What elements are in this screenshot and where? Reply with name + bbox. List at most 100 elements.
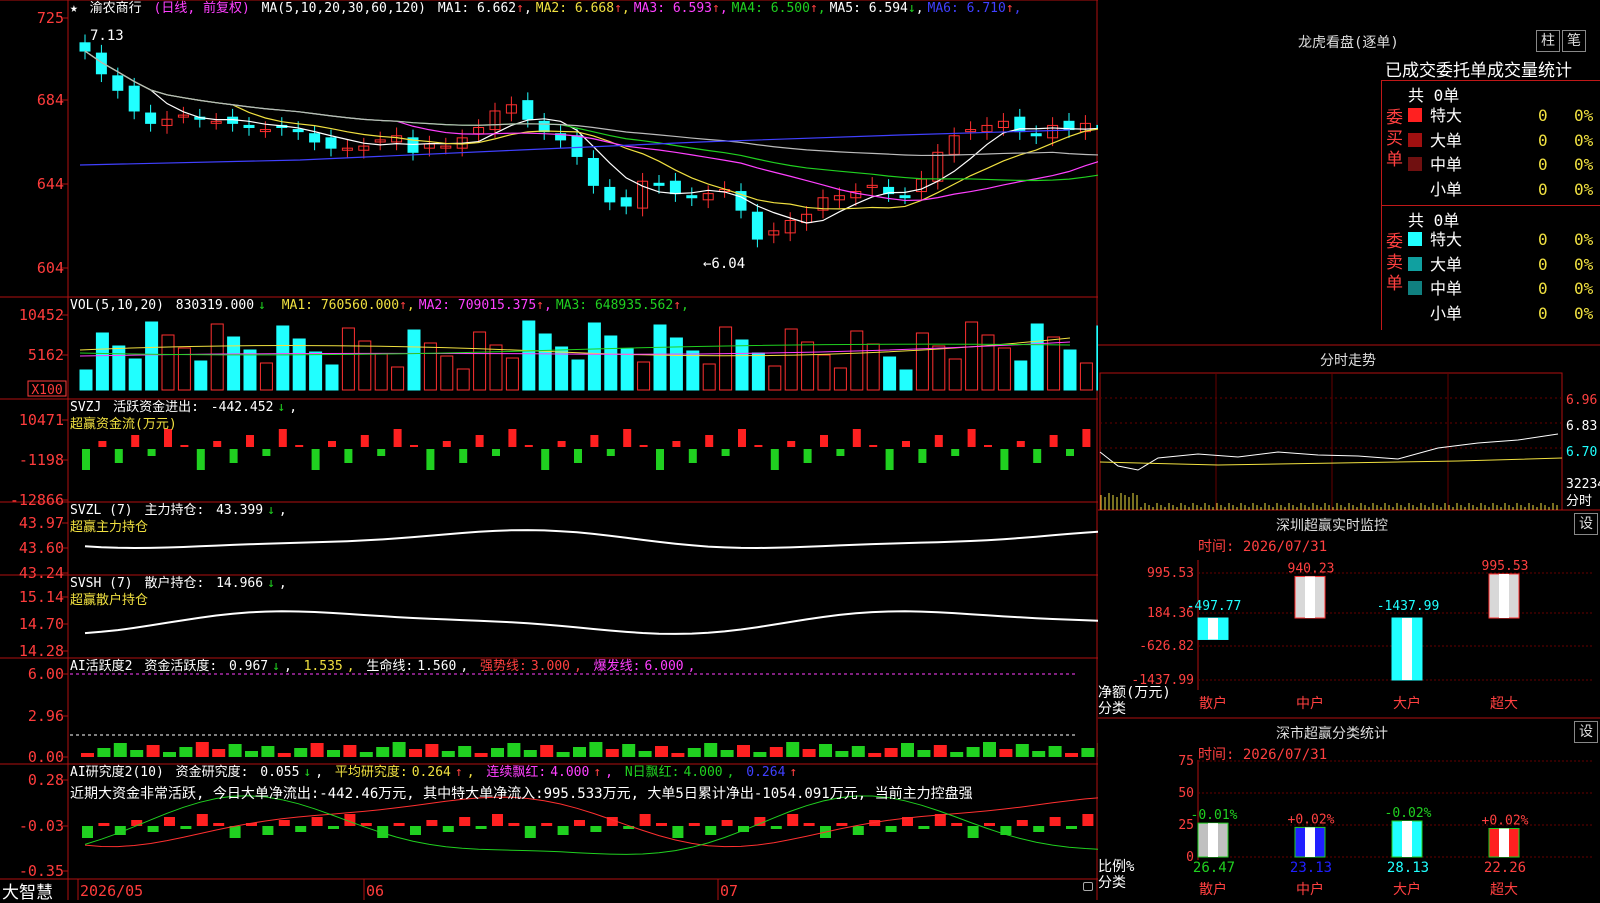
volume-bar <box>293 339 305 390</box>
activity-bar <box>1049 746 1062 757</box>
research-bar <box>1017 820 1028 826</box>
research-bar <box>262 826 273 835</box>
research-bar <box>476 826 487 829</box>
tick-view-button[interactable]: 笔 <box>1562 30 1586 52</box>
volume-bar <box>687 351 699 390</box>
candle-body <box>1031 134 1041 136</box>
activity-bar <box>655 746 668 757</box>
volume-bar <box>556 347 568 390</box>
research-bar <box>1066 826 1077 829</box>
volume-bar <box>523 321 535 390</box>
activity-bar <box>212 749 225 757</box>
fund-flow-bar <box>312 449 320 470</box>
ai1-tick-label: 2.96 <box>28 707 64 725</box>
volume-bar <box>506 358 518 390</box>
research-nday-line <box>85 796 1098 855</box>
volume-bar <box>228 337 240 390</box>
bar-view-button[interactable]: 柱 <box>1536 30 1560 52</box>
research-bar <box>410 826 421 835</box>
order-size-label: 大单 <box>1430 131 1462 150</box>
legend-swatch <box>1408 133 1422 147</box>
volume-bar <box>375 354 387 390</box>
activity-bar <box>671 753 684 757</box>
classify-value-label: 26.47 <box>1193 860 1235 876</box>
monitor-category-label: 大户 <box>1393 695 1421 712</box>
order-row: 小单00% <box>1408 302 1598 326</box>
activity-bar <box>81 753 94 757</box>
order-count: 0 <box>1538 178 1548 202</box>
order-pct: 0% <box>1574 104 1593 128</box>
fund-flow-bar <box>820 435 828 447</box>
fund-flow-bar <box>689 449 697 463</box>
volume-bar <box>933 346 945 390</box>
activity-bar <box>475 753 488 757</box>
ai2-red-label: 连续飘红: <box>486 765 546 780</box>
date-label: 2026/05 <box>80 882 143 900</box>
ma-line <box>85 51 1098 157</box>
research-bar <box>508 823 519 826</box>
monitor-settings-button[interactable]: 设 <box>1574 513 1598 535</box>
ma-value-5: MA5: 6.594↓, <box>830 1 924 16</box>
classify-tick-label: 75 <box>1178 754 1194 769</box>
classify-change-label: -0.01% <box>1191 808 1238 823</box>
fund-flow-bar <box>754 445 762 447</box>
activity-bar <box>114 743 127 757</box>
research-bar <box>689 823 700 826</box>
fund-flow-bar <box>1050 435 1058 447</box>
order-size-label: 小单 <box>1430 180 1462 199</box>
svzj-tick-label: 10471 <box>19 411 64 429</box>
fund-flow-bar <box>394 429 402 447</box>
vol-label: VOL(5,10,20) <box>70 298 164 313</box>
svzj-value: -442.452 <box>211 400 274 415</box>
order-pct: 0% <box>1574 228 1593 252</box>
research-bar <box>754 817 765 826</box>
brand-label: 大智慧 <box>2 878 53 903</box>
order-row: 大单00% <box>1408 129 1598 153</box>
ai2-note: 近期大资金非常活跃, 今日大单净流出:-442.46万元, 其中特大单净流入:9… <box>70 785 973 803</box>
research-bar <box>935 814 946 826</box>
fund-flow-bar <box>574 449 582 463</box>
volume-bar <box>769 366 781 390</box>
high-price-marker: 7.13 <box>90 28 124 44</box>
volume-bar <box>703 364 715 390</box>
ai2-red: 4.000 <box>550 765 589 780</box>
classify-category-label: 散户 <box>1199 881 1227 898</box>
research-bar <box>230 826 241 838</box>
fund-flow-bar <box>656 449 664 470</box>
fund-flow-bar <box>492 449 500 456</box>
activity-bar <box>639 751 652 757</box>
volume-bar <box>884 357 896 390</box>
fund-flow-bar <box>344 449 352 463</box>
activity-bar <box>999 749 1012 757</box>
volume-bar <box>818 355 830 390</box>
volume-bar <box>720 327 732 390</box>
lock-icon <box>1083 882 1093 891</box>
research-bar <box>722 820 733 826</box>
volume-bar <box>802 342 814 390</box>
volume-bar <box>457 369 469 390</box>
dragon-subtitle: 已成交委托单成交量统计 <box>1385 56 1572 81</box>
monitor-bar-highlight <box>1402 618 1412 680</box>
activity-bar <box>507 743 520 757</box>
activity-bar <box>163 752 176 757</box>
volume-header: VOL(5,10,20) 830319.000↓ MA1: 760560.000… <box>70 297 697 315</box>
fund-flow-bar <box>410 445 418 447</box>
star-icon: ★ <box>70 1 78 16</box>
svzl-tick-label: 43.60 <box>19 539 64 557</box>
ai2-header: AI研究度2(10) 资金研究度: 0.055↓, 平均研究度:0.264↑, … <box>70 764 805 782</box>
fund-flow-bar <box>426 449 434 470</box>
activity-bar <box>1032 751 1045 757</box>
ma-value-1: MA1: 6.662↑, <box>438 1 532 16</box>
intraday-tick-label: 6.96 <box>1566 393 1597 408</box>
svzl-tick-label: 43.24 <box>19 564 64 582</box>
fund-flow-bar <box>607 449 615 456</box>
volume-bar <box>1080 363 1092 390</box>
research-bar <box>574 820 585 826</box>
volume-bar <box>260 363 272 390</box>
research-bar <box>295 826 306 832</box>
fund-flow-bar <box>640 445 648 447</box>
svzj-subtitle: 超赢资金流(万元) <box>70 416 177 434</box>
ai2-label: AI研究度2(10) <box>70 765 164 780</box>
svzl-arrow: ↓ <box>267 503 275 518</box>
classify-settings-button[interactable]: 设 <box>1574 721 1598 743</box>
